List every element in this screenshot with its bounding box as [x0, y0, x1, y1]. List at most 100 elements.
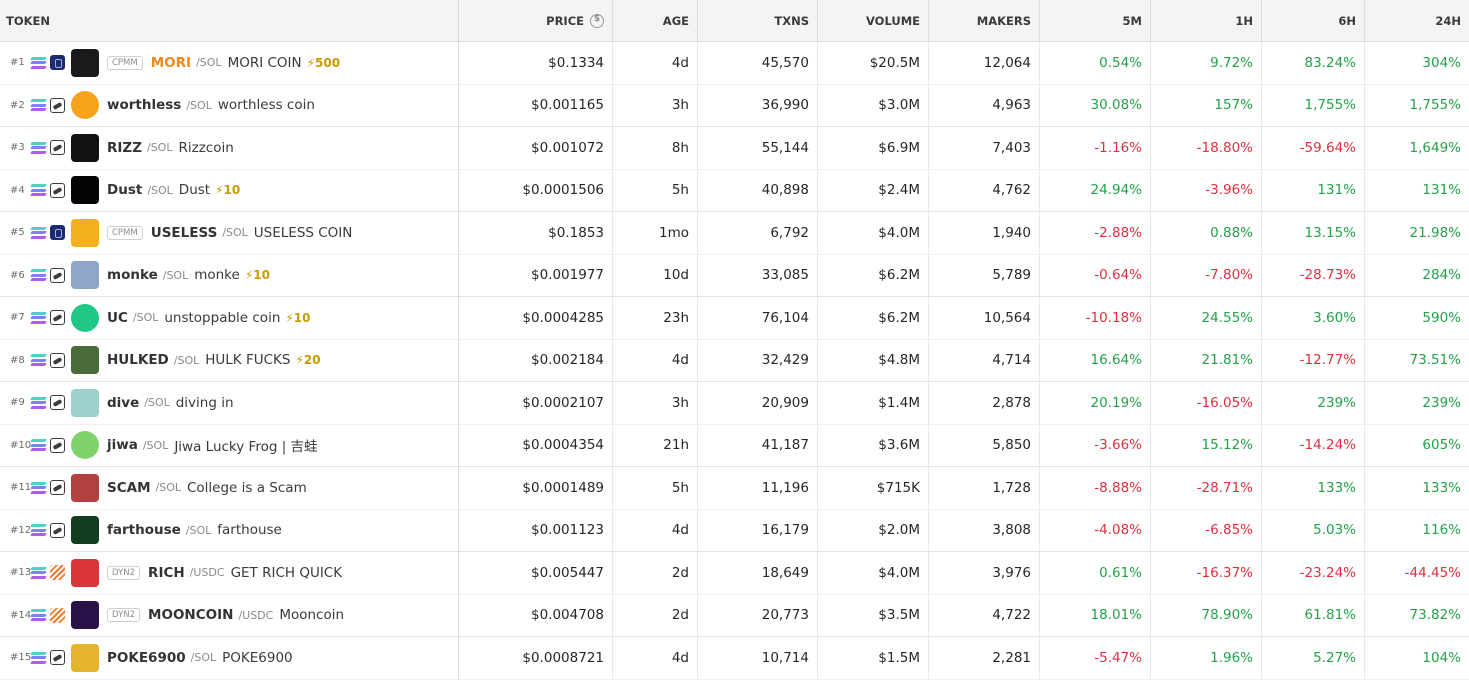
dex-icon: [50, 225, 65, 241]
change-1h-cell: -18.80%: [1151, 127, 1262, 169]
table-row[interactable]: #9 dive/SOL diving in $0.0002107 3h 20,909 $1.…: [0, 382, 1469, 425]
dex-icon: [50, 182, 65, 198]
token-cell[interactable]: #6 monke/SOL monke ⚡10: [0, 254, 459, 296]
makers-cell: 4,714: [929, 339, 1040, 381]
table-row[interactable]: #5 CPMM USELESS/SOL USELESS COIN $0.1853 1mo 6…: [0, 212, 1469, 255]
token-avatar: [71, 218, 99, 247]
token-name: HULK FUCKS: [205, 352, 291, 369]
age-cell: 5h: [613, 467, 698, 509]
header-1h[interactable]: 1H: [1151, 0, 1262, 41]
header-24h[interactable]: 24H: [1365, 0, 1469, 41]
change-1h-cell: 0.88%: [1151, 212, 1262, 254]
token-name: Jiwa Lucky Frog | 吉蛙: [174, 439, 318, 456]
token-symbol: farthouse: [107, 522, 181, 539]
header-age[interactable]: AGE: [613, 0, 698, 41]
token-cell[interactable]: #3 RIZZ/SOL Rizzcoin: [0, 127, 459, 169]
token-cell[interactable]: #2 worthless/SOL worthless coin: [0, 84, 459, 126]
header-txns[interactable]: TXNS: [698, 0, 818, 41]
token-symbol: RICH: [148, 564, 185, 581]
age-cell: 4d: [613, 339, 698, 381]
token-cell[interactable]: #5 CPMM USELESS/SOL USELESS COIN: [0, 212, 459, 254]
change-5m-cell: -0.64%: [1040, 254, 1151, 296]
solana-chain-icon: [30, 524, 47, 537]
table-row[interactable]: #1 CPMM MORI/SOL MORI COIN ⚡500 $0.1334 4d 45,5…: [0, 42, 1469, 85]
price-cell: $0.001977: [459, 254, 613, 296]
rank-label: #9: [10, 397, 25, 409]
token-name: farthouse: [217, 522, 282, 539]
header-1h-label: 1H: [1235, 13, 1253, 28]
table-row[interactable]: #14 DYN2 MOONCOIN/USDC Mooncoin $0.004708 2d 2…: [0, 594, 1469, 637]
change-24h-cell: -44.45%: [1404, 564, 1461, 581]
table-row[interactable]: #6 monke/SOL monke ⚡10 $0.001977 10d 33,085 $6.…: [0, 254, 1469, 297]
header-volume[interactable]: VOLUME: [818, 0, 929, 41]
age-cell: 3h: [613, 84, 698, 126]
table-row[interactable]: #11 SCAM/SOL College is a Scam $0.0001489 5h…: [0, 467, 1469, 510]
token-cell[interactable]: #15 POKE6900/SOL POKE6900: [0, 637, 459, 679]
table-row[interactable]: #7 UC/SOL unstoppable coin ⚡10 $0.0004285 23h…: [0, 297, 1469, 340]
table-row[interactable]: #8 HULKED/SOL HULK FUCKS ⚡20 $0.002184 4d 32,4…: [0, 339, 1469, 382]
makers-cell: 1,940: [929, 212, 1040, 254]
table-body: #1 CPMM MORI/SOL MORI COIN ⚡500 $0.1334 4d 45,5…: [0, 42, 1469, 680]
boost-badge: ⚡20: [295, 353, 321, 368]
change-6h-cell: -12.77%: [1262, 339, 1365, 381]
change-1h-cell: 1.96%: [1151, 637, 1262, 679]
change-6h-cell: 5.27%: [1262, 637, 1365, 679]
quote-token: /USDC: [189, 566, 225, 580]
currency-toggle-icon[interactable]: [590, 13, 604, 28]
table-row[interactable]: #13 DYN2 RICH/USDC GET RICH QUICK $0.005447 2…: [0, 552, 1469, 595]
change-1h-cell: -6.85%: [1151, 509, 1262, 551]
table-row[interactable]: #12 farthouse/SOL farthouse $0.001123 4d 16,1…: [0, 509, 1469, 552]
change-24h-cell: 21.98%: [1409, 224, 1461, 241]
token-cell[interactable]: #4 Dust/SOL Dust ⚡10: [0, 169, 459, 211]
token-cell[interactable]: #9 dive/SOL diving in: [0, 382, 459, 424]
token-avatar: [71, 176, 99, 205]
rank-label: #12: [10, 524, 32, 536]
change-24h-cell: 73.82%: [1409, 607, 1461, 624]
token-symbol: dive: [107, 394, 140, 411]
change-5m-cell: -5.47%: [1040, 637, 1151, 679]
token-cell[interactable]: #13 DYN2 RICH/USDC GET RICH QUICK: [0, 552, 459, 594]
token-cell[interactable]: #12 farthouse/SOL farthouse: [0, 509, 459, 551]
volume-cell: $4.0M: [818, 212, 929, 254]
token-table: TOKEN PRICE AGE TXNS VOLUME MAKERS 5M 1H…: [0, 0, 1469, 680]
token-cell[interactable]: #7 UC/SOL unstoppable coin ⚡10: [0, 297, 459, 339]
table-header: TOKEN PRICE AGE TXNS VOLUME MAKERS 5M 1H…: [0, 0, 1469, 42]
table-row[interactable]: #2 worthless/SOL worthless coin $0.001165 3h…: [0, 84, 1469, 127]
solana-chain-icon: [30, 56, 47, 69]
token-name: POKE6900: [222, 649, 293, 666]
change-6h-cell: 13.15%: [1262, 212, 1365, 254]
header-makers[interactable]: MAKERS: [929, 0, 1040, 41]
dex-icon: [50, 565, 65, 581]
token-avatar: [71, 133, 99, 162]
change-24h-cell: 104%: [1422, 649, 1461, 666]
change-24h-cell: 590%: [1422, 309, 1461, 326]
table-row[interactable]: #3 RIZZ/SOL Rizzcoin $0.001072 8h 55,144 $6.9M…: [0, 127, 1469, 170]
token-cell[interactable]: #1 CPMM MORI/SOL MORI COIN ⚡500: [0, 42, 459, 84]
header-price[interactable]: PRICE: [459, 0, 613, 41]
token-cell[interactable]: #10 jiwa/SOL Jiwa Lucky Frog | 吉蛙: [0, 424, 459, 466]
token-name: MORI COIN: [227, 54, 302, 71]
table-row[interactable]: #4 Dust/SOL Dust ⚡10 $0.0001506 5h 40,898 $2.4M…: [0, 169, 1469, 212]
token-symbol: SCAM: [107, 479, 151, 496]
token-cell[interactable]: #8 HULKED/SOL HULK FUCKS ⚡20: [0, 339, 459, 381]
txns-cell: 45,570: [698, 42, 818, 84]
table-row[interactable]: #15 POKE6900/SOL POKE6900 $0.0008721 4d 10,71…: [0, 637, 1469, 680]
header-5m[interactable]: 5M: [1040, 0, 1151, 41]
quote-token: /SOL: [196, 56, 222, 70]
dex-icon: [50, 650, 65, 666]
header-token[interactable]: TOKEN: [0, 0, 459, 41]
token-cell[interactable]: #11 SCAM/SOL College is a Scam: [0, 467, 459, 509]
txns-cell: 16,179: [698, 509, 818, 551]
table-row[interactable]: #10 jiwa/SOL Jiwa Lucky Frog | 吉蛙 $0.000435…: [0, 424, 1469, 467]
rank-label: #1: [10, 57, 25, 69]
token-cell[interactable]: #14 DYN2 MOONCOIN/USDC Mooncoin: [0, 594, 459, 636]
token-name: monke: [194, 267, 240, 284]
makers-cell: 5,850: [929, 424, 1040, 466]
txns-cell: 20,909: [698, 382, 818, 424]
dex-icon: [50, 607, 65, 623]
token-symbol: POKE6900: [107, 649, 186, 666]
header-6h[interactable]: 6H: [1262, 0, 1365, 41]
price-cell: $0.1334: [459, 42, 613, 84]
token-name: Rizzcoin: [178, 139, 234, 156]
token-avatar: [71, 473, 99, 502]
